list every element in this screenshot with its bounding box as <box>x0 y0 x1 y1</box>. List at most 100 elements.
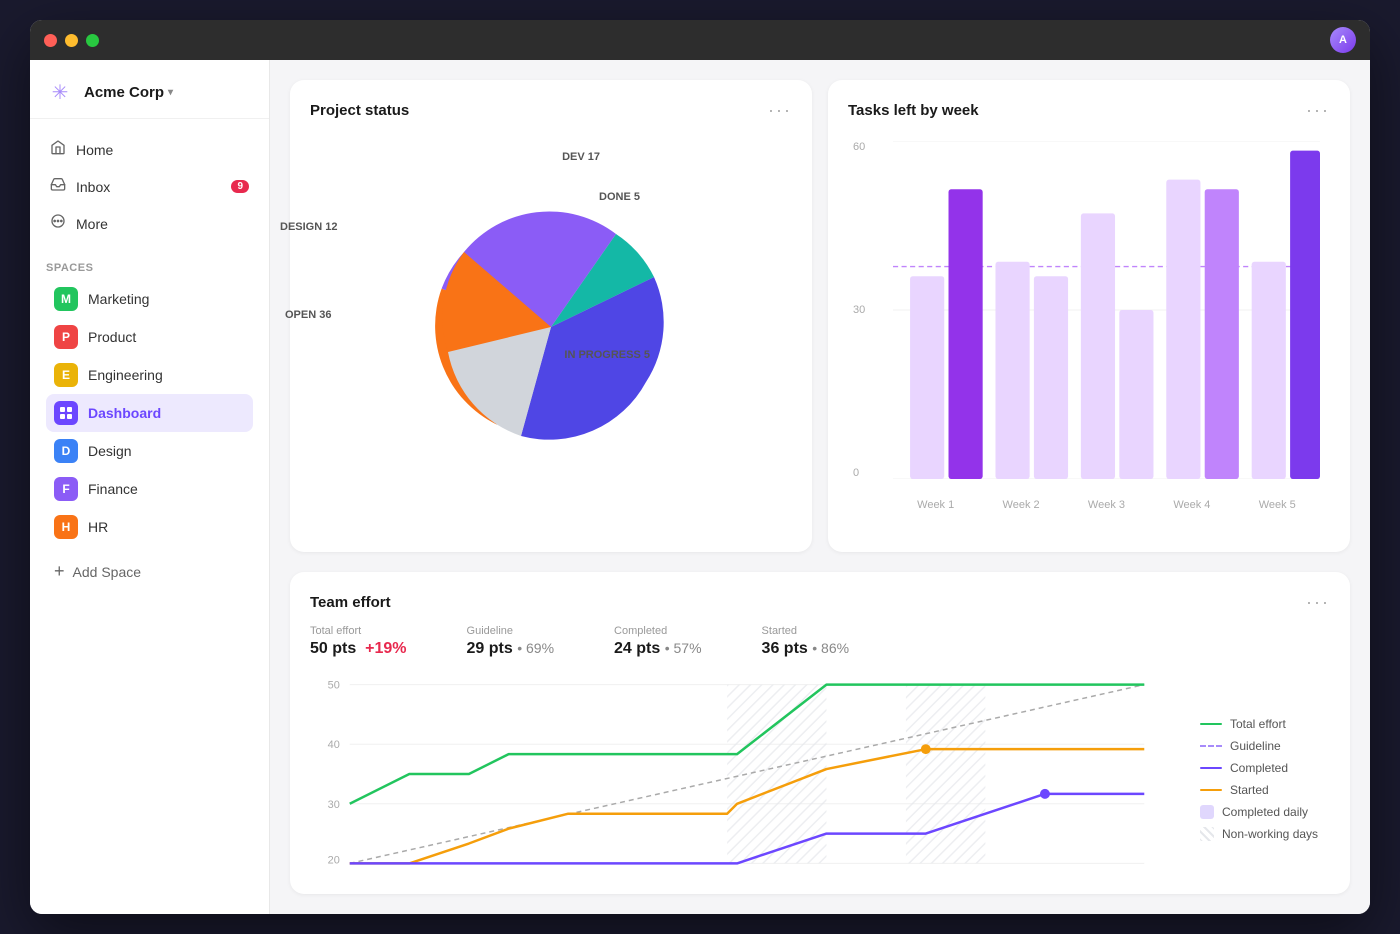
legend-completed: Completed <box>1200 761 1330 775</box>
marketing-icon: M <box>54 287 78 311</box>
team-effort-menu[interactable]: ··· <box>1306 592 1330 613</box>
week5-bar1 <box>1252 262 1286 479</box>
effort-chart-area: 50 40 30 20 <box>310 674 1330 874</box>
inbox-icon <box>50 176 66 197</box>
more-icon <box>50 213 66 234</box>
stat-completed-label: Completed <box>614 625 702 637</box>
legend-guideline-label: Guideline <box>1230 739 1281 753</box>
project-status-menu[interactable]: ··· <box>768 100 792 121</box>
product-icon: P <box>54 325 78 349</box>
sidebar-header[interactable]: ✳ Acme Corp ▾ <box>30 60 269 119</box>
week4-bar2 <box>1205 189 1239 479</box>
sidebar-item-hr[interactable]: H HR <box>46 508 253 546</box>
line-chart: 50 40 30 20 <box>310 674 1184 874</box>
tasks-by-week-menu[interactable]: ··· <box>1306 100 1330 121</box>
close-button[interactable] <box>44 34 57 47</box>
effort-stats: Total effort 50 pts +19% Guideline 29 pt… <box>310 625 1330 658</box>
week3-bar1 <box>1081 213 1115 479</box>
pie-label-open: OPEN 36 <box>285 309 331 321</box>
bar-chart: 60 30 0 <box>848 131 1330 519</box>
week2-bar1 <box>995 262 1029 479</box>
team-effort-title: Team effort <box>310 594 391 611</box>
svg-text:30: 30 <box>328 799 340 811</box>
sidebar: ✳ Acme Corp ▾ Home <box>30 60 270 914</box>
app-body: ✳ Acme Corp ▾ Home <box>30 60 1370 914</box>
pie-chart <box>401 177 701 477</box>
design-icon: D <box>54 439 78 463</box>
sidebar-item-design[interactable]: D Design <box>46 432 253 470</box>
week4-bar1 <box>1166 180 1200 479</box>
sidebar-item-engineering[interactable]: E Engineering <box>46 356 253 394</box>
sidebar-nav: Home Inbox 9 <box>30 119 269 254</box>
company-logo: ✳ <box>46 78 74 106</box>
sidebar-item-home[interactable]: Home <box>38 131 261 168</box>
sidebar-item-inbox[interactable]: Inbox 9 <box>38 168 261 205</box>
legend-completed-label: Completed <box>1230 761 1288 775</box>
x-label-week3: Week 3 <box>1088 499 1125 511</box>
titlebar: A <box>30 20 1370 60</box>
x-axis: Week 1 Week 2 Week 3 Week 4 Week 5 <box>893 499 1320 511</box>
dashboard-label: Dashboard <box>88 405 161 421</box>
y-label-0: 0 <box>853 467 865 479</box>
project-status-title: Project status <box>310 102 409 119</box>
x-label-week4: Week 4 <box>1173 499 1210 511</box>
stat-guideline: Guideline 29 pts • 69% <box>467 625 555 658</box>
legend-started-line <box>1200 789 1222 791</box>
engineering-icon: E <box>54 363 78 387</box>
legend-non-working-label: Non-working days <box>1222 827 1318 841</box>
home-icon <box>50 139 66 160</box>
stat-guideline-label: Guideline <box>467 625 555 637</box>
legend-guideline: Guideline <box>1200 739 1330 753</box>
sidebar-item-dashboard[interactable]: Dashboard <box>46 394 253 432</box>
legend-total-effort-label: Total effort <box>1230 717 1286 731</box>
legend-non-working: Non-working days <box>1200 827 1330 841</box>
pie-chart-container: DEV 17 DONE 5 IN PROGRESS 5 OPEN 36 DESI… <box>310 131 792 523</box>
week2-bar2 <box>1034 276 1068 479</box>
avatar[interactable]: A <box>1330 27 1356 53</box>
stat-total-label: Total effort <box>310 625 407 637</box>
design-label: Design <box>88 443 132 459</box>
x-label-week1: Week 1 <box>917 499 954 511</box>
maximize-button[interactable] <box>86 34 99 47</box>
stat-total-effort: Total effort 50 pts +19% <box>310 625 407 658</box>
minimize-button[interactable] <box>65 34 78 47</box>
stat-started-value: 36 pts • 86% <box>762 640 850 658</box>
sidebar-item-finance[interactable]: F Finance <box>46 470 253 508</box>
team-effort-header: Team effort ··· <box>310 592 1330 613</box>
add-space-button[interactable]: + Add Space <box>38 554 261 589</box>
legend-completed-daily: Completed daily <box>1200 805 1330 819</box>
legend-non-working-box <box>1200 827 1214 841</box>
inbox-badge: 9 <box>231 180 249 193</box>
legend-completed-daily-box <box>1200 805 1214 819</box>
hr-icon: H <box>54 515 78 539</box>
stat-total-value: 50 pts +19% <box>310 640 407 658</box>
stat-started-label: Started <box>762 625 850 637</box>
y-label-30: 30 <box>853 304 865 316</box>
finance-label: Finance <box>88 481 138 497</box>
top-row: Project status ··· <box>290 80 1350 552</box>
svg-text:20: 20 <box>328 854 340 866</box>
sidebar-item-more[interactable]: More <box>38 205 261 242</box>
marketing-label: Marketing <box>88 291 149 307</box>
legend-total-effort-line <box>1200 723 1222 725</box>
spaces-label: Spaces <box>46 262 253 274</box>
y-axis: 60 30 0 <box>853 141 865 479</box>
sidebar-item-marketing[interactable]: M Marketing <box>46 280 253 318</box>
pie-label-design: DESIGN 12 <box>280 221 337 233</box>
tasks-by-week-title: Tasks left by week <box>848 102 979 119</box>
hr-label: HR <box>88 519 108 535</box>
y-label-60: 60 <box>853 141 865 153</box>
x-label-week2: Week 2 <box>1003 499 1040 511</box>
svg-text:50: 50 <box>328 680 340 692</box>
sidebar-item-product[interactable]: P Product <box>46 318 253 356</box>
inbox-label: Inbox <box>76 179 110 195</box>
more-label: More <box>76 216 108 232</box>
stat-completed-value: 24 pts • 57% <box>614 640 702 658</box>
x-label-week5: Week 5 <box>1259 499 1296 511</box>
stat-completed: Completed 24 pts • 57% <box>614 625 702 658</box>
project-status-card: Project status ··· <box>290 80 812 552</box>
non-working-days-2 <box>906 685 985 864</box>
add-space-label: Add Space <box>73 564 142 580</box>
legend-started: Started <box>1200 783 1330 797</box>
week3-bar2 <box>1119 310 1153 479</box>
